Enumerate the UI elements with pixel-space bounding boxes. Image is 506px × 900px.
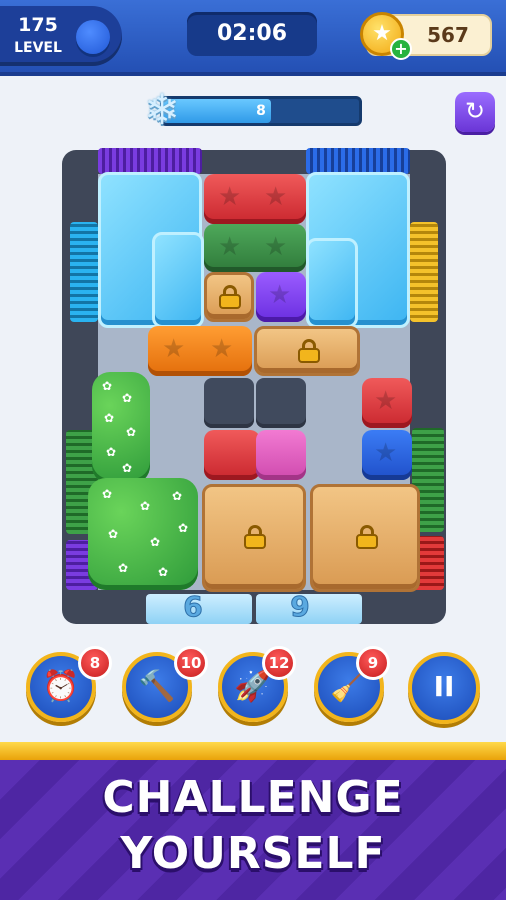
locked-crate[interactable]	[310, 484, 420, 592]
level-number: 175	[18, 14, 58, 36]
star-icon: ★	[264, 182, 288, 212]
star-icon: ★	[374, 386, 398, 416]
ice-block[interactable]	[306, 238, 358, 328]
lock-icon	[243, 525, 267, 549]
red-block[interactable]	[204, 430, 260, 480]
top-gate-blue	[306, 148, 410, 174]
top-gate-purple	[98, 148, 202, 174]
locked-crate[interactable]	[204, 272, 254, 322]
lock-icon	[218, 285, 242, 309]
exit-counter: 6	[183, 590, 203, 624]
restart-icon: ↻	[464, 97, 486, 125]
obstacle-block	[256, 378, 306, 428]
top-bar: 175 LEVEL 02:06 567 ★ +	[0, 0, 506, 76]
freeze-value: 8	[256, 103, 266, 119]
add-coins-button[interactable]: +	[390, 38, 412, 60]
booster-count-badge: 10	[174, 646, 208, 680]
level-label: LEVEL	[14, 40, 62, 56]
timer-value: 02:06	[216, 21, 288, 46]
bush-block[interactable]: ✿ ✿ ✿ ✿ ✿ ✿	[92, 372, 150, 484]
star-icon: ★	[218, 182, 242, 212]
lock-icon	[355, 525, 379, 549]
orange-block[interactable]: ★ ★	[148, 326, 252, 376]
locked-crate[interactable]	[202, 484, 306, 592]
red-block[interactable]: ★ ★	[204, 174, 306, 224]
star-icon: ★	[218, 232, 242, 262]
right-gate-yellow	[410, 222, 438, 322]
booster-count-badge: 9	[356, 646, 390, 680]
purple-block[interactable]: ★	[256, 272, 306, 322]
pause-button[interactable]: II	[408, 652, 480, 724]
star-icon: ★	[264, 232, 288, 262]
pause-icon: II	[433, 670, 455, 703]
star-icon: ★	[374, 438, 398, 468]
lock-icon	[297, 339, 321, 363]
banner-line-2: YOURSELF	[120, 828, 386, 879]
bush-block[interactable]: ✿ ✿ ✿ ✿ ✿ ✿ ✿ ✿	[88, 478, 198, 590]
ice-block[interactable]	[152, 232, 204, 328]
freeze-progress-bar: 8	[160, 96, 362, 126]
booster-count-badge: 12	[262, 646, 296, 680]
gold-divider	[0, 742, 506, 760]
green-block[interactable]: ★ ★	[204, 224, 306, 272]
star-icon: ★	[162, 334, 186, 364]
obstacle-block	[204, 378, 254, 428]
left-gate-cyan	[70, 222, 98, 322]
pink-block[interactable]	[256, 430, 306, 480]
locked-crate[interactable]	[254, 326, 360, 376]
snowflake-icon: ❄	[144, 85, 180, 134]
blue-block[interactable]: ★	[362, 430, 412, 480]
exit-counter: 9	[290, 590, 310, 624]
banner-line-1: CHALLENGE	[102, 772, 404, 823]
star-icon: ★	[268, 280, 292, 310]
level-indicator: 175 LEVEL	[0, 6, 122, 66]
level-knob-icon	[76, 20, 110, 54]
red-block[interactable]: ★	[362, 378, 412, 428]
coin-amount: 567	[427, 23, 469, 47]
promo-banner: CHALLENGE YOURSELF	[0, 760, 506, 900]
restart-button[interactable]: ↻	[455, 92, 495, 132]
booster-count-badge: 8	[78, 646, 112, 680]
timer-display: 02:06	[187, 12, 317, 56]
star-icon: ★	[210, 334, 234, 364]
